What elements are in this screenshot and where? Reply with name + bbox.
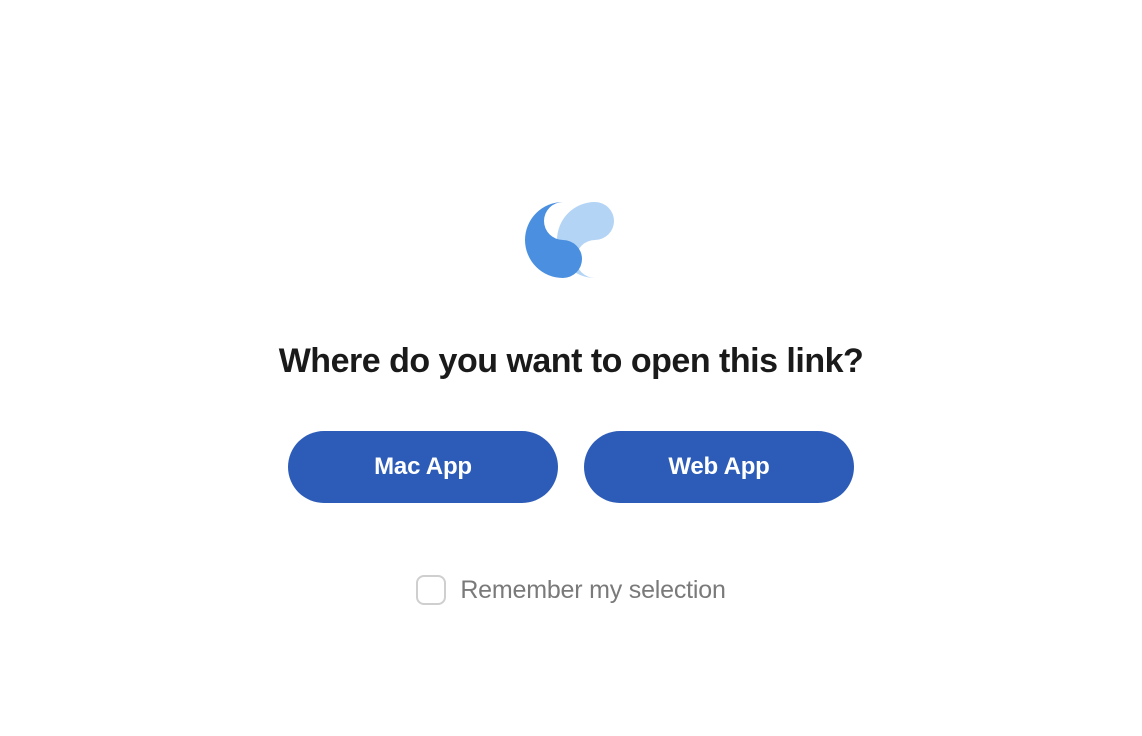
remember-label: Remember my selection (460, 576, 725, 605)
mac-app-button[interactable]: Mac App (288, 431, 558, 503)
app-logo-icon (523, 200, 619, 280)
remember-selection-row: Remember my selection (416, 575, 725, 605)
remember-checkbox[interactable] (416, 575, 446, 605)
open-link-heading: Where do you want to open this link? (279, 342, 864, 381)
web-app-button[interactable]: Web App (584, 431, 854, 503)
choice-button-row: Mac App Web App (288, 431, 854, 503)
